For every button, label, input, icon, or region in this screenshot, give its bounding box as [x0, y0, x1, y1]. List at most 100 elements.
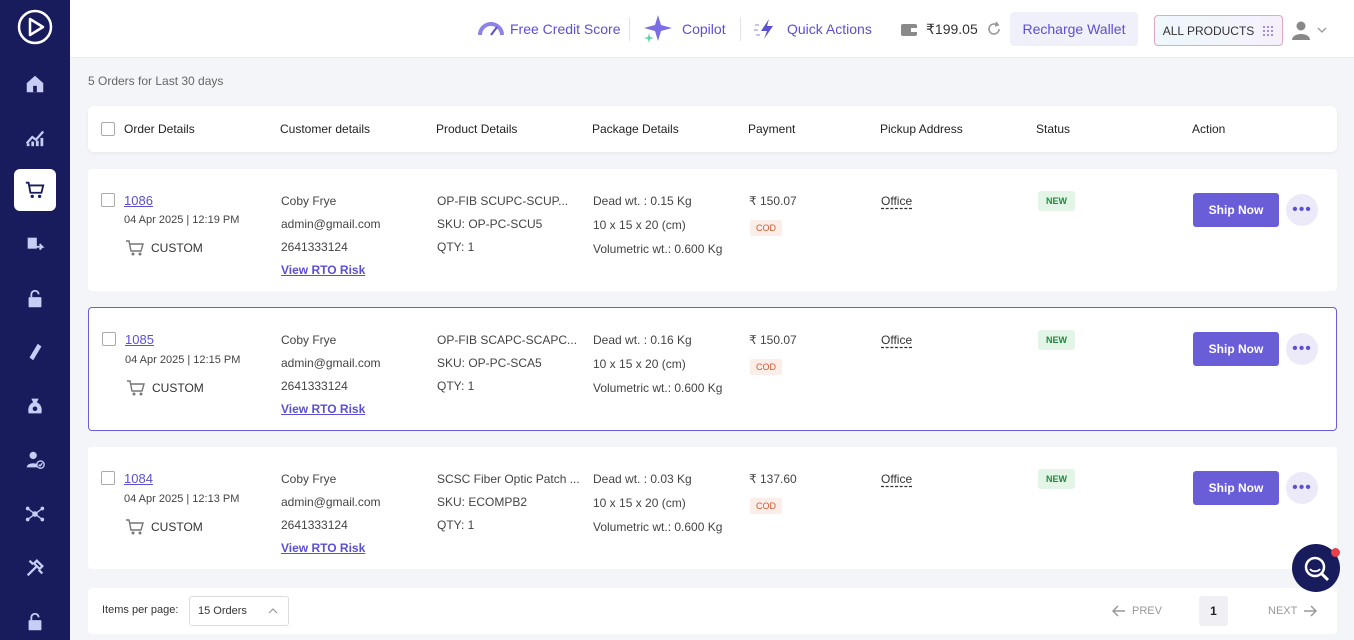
- status-badge: NEW: [1038, 330, 1075, 350]
- copilot-link[interactable]: Copilot: [642, 0, 726, 58]
- sidebar-home-icon[interactable]: [14, 63, 56, 105]
- user-menu[interactable]: [1291, 19, 1331, 41]
- all-products-label: ALL PRODUCTS: [1162, 23, 1255, 38]
- table-header: Order Details Customer details Product D…: [88, 106, 1337, 152]
- arrow-right-icon: [1304, 605, 1318, 617]
- product-qty: QTY: 1: [437, 518, 475, 532]
- product-sku: SKU: OP-PC-SCU5: [437, 217, 543, 231]
- all-products-button[interactable]: ALL PRODUCTS: [1154, 15, 1283, 46]
- sidebar-integrations-icon[interactable]: [14, 493, 56, 535]
- view-rto-risk-link[interactable]: View RTO Risk: [281, 263, 365, 277]
- dead-weight: Dead wt. : 0.03 Kg: [593, 472, 692, 486]
- status-badge: NEW: [1038, 469, 1075, 489]
- row-checkbox[interactable]: [102, 332, 116, 346]
- sidebar-lock-icon[interactable]: [14, 278, 56, 320]
- current-page[interactable]: 1: [1199, 596, 1228, 626]
- pickup-address[interactable]: Office: [881, 333, 912, 347]
- items-per-page-label: Items per page:: [102, 604, 179, 616]
- dead-weight: Dead wt. : 0.15 Kg: [593, 194, 692, 208]
- dead-weight: Dead wt. : 0.16 Kg: [593, 333, 692, 347]
- pickup-address[interactable]: Office: [881, 472, 912, 486]
- order-date: 04 Apr 2025 | 12:19 PM: [124, 214, 240, 226]
- customer-email: admin@gmail.com: [281, 495, 381, 509]
- refresh-icon[interactable]: [986, 21, 1002, 37]
- select-all-checkbox[interactable]: [101, 106, 115, 152]
- package-dimensions: 10 x 15 x 20 (cm): [593, 496, 686, 510]
- column-pickup-address: Pickup Address: [880, 122, 963, 136]
- pickup-address[interactable]: Office: [881, 194, 912, 208]
- arrow-left-icon: [1112, 605, 1125, 617]
- customer-name: Coby Frye: [281, 333, 337, 347]
- product-name: SCSC Fiber Optic Patch ...: [437, 472, 580, 486]
- customer-email: admin@gmail.com: [281, 217, 381, 231]
- payment-amount: ₹ 150.07: [749, 333, 797, 347]
- search-help-icon: [1304, 556, 1330, 582]
- order-date: 04 Apr 2025 | 12:13 PM: [124, 493, 240, 505]
- chevron-up-icon: [268, 608, 278, 614]
- sidebar-orders-icon[interactable]: [14, 169, 56, 211]
- quick-actions-link[interactable]: Quick Actions: [753, 0, 872, 58]
- header-divider: [740, 17, 741, 41]
- customer-phone: 2641333124: [281, 240, 348, 254]
- more-options-button[interactable]: •••: [1286, 333, 1318, 365]
- customer-phone: 2641333124: [281, 379, 348, 393]
- view-rto-risk-link[interactable]: View RTO Risk: [281, 541, 365, 555]
- sparkle-icon: [644, 15, 672, 43]
- ship-now-button[interactable]: Ship Now: [1193, 332, 1279, 366]
- row-checkbox[interactable]: [101, 193, 115, 207]
- payment-mode-badge: COD: [750, 498, 782, 514]
- sidebar-money-bag-icon[interactable]: [14, 385, 56, 427]
- sidebar-analytics-icon[interactable]: [14, 116, 56, 158]
- app-logo[interactable]: [17, 9, 53, 45]
- sidebar-user-check-icon[interactable]: [14, 439, 56, 481]
- header-divider: [629, 17, 630, 41]
- cart-icon: [126, 240, 144, 256]
- more-options-button[interactable]: •••: [1286, 194, 1318, 226]
- product-name: OP-FIB SCAPC-SCAPC...: [437, 333, 578, 347]
- view-rto-risk-link[interactable]: View RTO Risk: [281, 402, 365, 416]
- column-action: Action: [1192, 122, 1226, 136]
- order-row: 1084 04 Apr 2025 | 12:13 PM CUSTOM Coby …: [88, 447, 1337, 569]
- sidebar-delivery-icon[interactable]: [14, 331, 56, 373]
- next-page-button[interactable]: NEXT: [1268, 588, 1318, 634]
- order-channel: CUSTOM: [126, 379, 204, 397]
- product-sku: SKU: OP-PC-SCA5: [437, 356, 542, 370]
- payment-amount: ₹ 137.60: [749, 472, 797, 486]
- payment-mode-badge: COD: [750, 359, 782, 375]
- volumetric-weight: Volumetric wt.: 0.600 Kg: [593, 381, 723, 395]
- notification-dot: [1331, 548, 1340, 557]
- order-row: 1086 04 Apr 2025 | 12:19 PM CUSTOM Coby …: [88, 169, 1337, 291]
- payment-mode-badge: COD: [750, 220, 782, 236]
- order-id-link[interactable]: 1086: [124, 193, 153, 208]
- items-per-page-select[interactable]: 15 Orders: [189, 596, 289, 626]
- customer-name: Coby Frye: [281, 194, 337, 208]
- prev-page-button[interactable]: PREV: [1112, 588, 1162, 634]
- status-badge: NEW: [1038, 191, 1075, 211]
- column-payment: Payment: [748, 122, 796, 136]
- free-credit-score-link[interactable]: Free Credit Score: [478, 0, 620, 58]
- product-name: OP-FIB SCUPC-SCUP...: [437, 194, 569, 208]
- column-product-details: Product Details: [436, 122, 518, 136]
- product-qty: QTY: 1: [437, 240, 475, 254]
- free-credit-score-label: Free Credit Score: [510, 21, 621, 37]
- ship-now-button[interactable]: Ship Now: [1193, 471, 1279, 505]
- order-id-link[interactable]: 1085: [125, 332, 154, 347]
- sidebar: [0, 0, 70, 640]
- order-date: 04 Apr 2025 | 12:15 PM: [125, 354, 241, 366]
- more-options-button[interactable]: •••: [1286, 472, 1318, 504]
- product-qty: QTY: 1: [437, 379, 475, 393]
- package-dimensions: 10 x 15 x 20 (cm): [593, 357, 686, 371]
- recharge-wallet-button[interactable]: Recharge Wallet: [1010, 12, 1138, 46]
- customer-email: admin@gmail.com: [281, 356, 381, 370]
- wallet: ₹199.05: [900, 0, 1002, 58]
- sidebar-returns-icon[interactable]: [14, 224, 56, 266]
- order-id-link[interactable]: 1084: [124, 471, 153, 486]
- copilot-label: Copilot: [682, 21, 726, 37]
- package-dimensions: 10 x 15 x 20 (cm): [593, 218, 686, 232]
- row-checkbox[interactable]: [101, 471, 115, 485]
- ship-now-button[interactable]: Ship Now: [1193, 193, 1279, 227]
- sidebar-lock-open-icon[interactable]: [14, 601, 56, 640]
- wallet-balance: ₹199.05: [926, 20, 978, 37]
- sidebar-tools-icon[interactable]: [14, 547, 56, 589]
- payment-amount: ₹ 150.07: [749, 194, 797, 208]
